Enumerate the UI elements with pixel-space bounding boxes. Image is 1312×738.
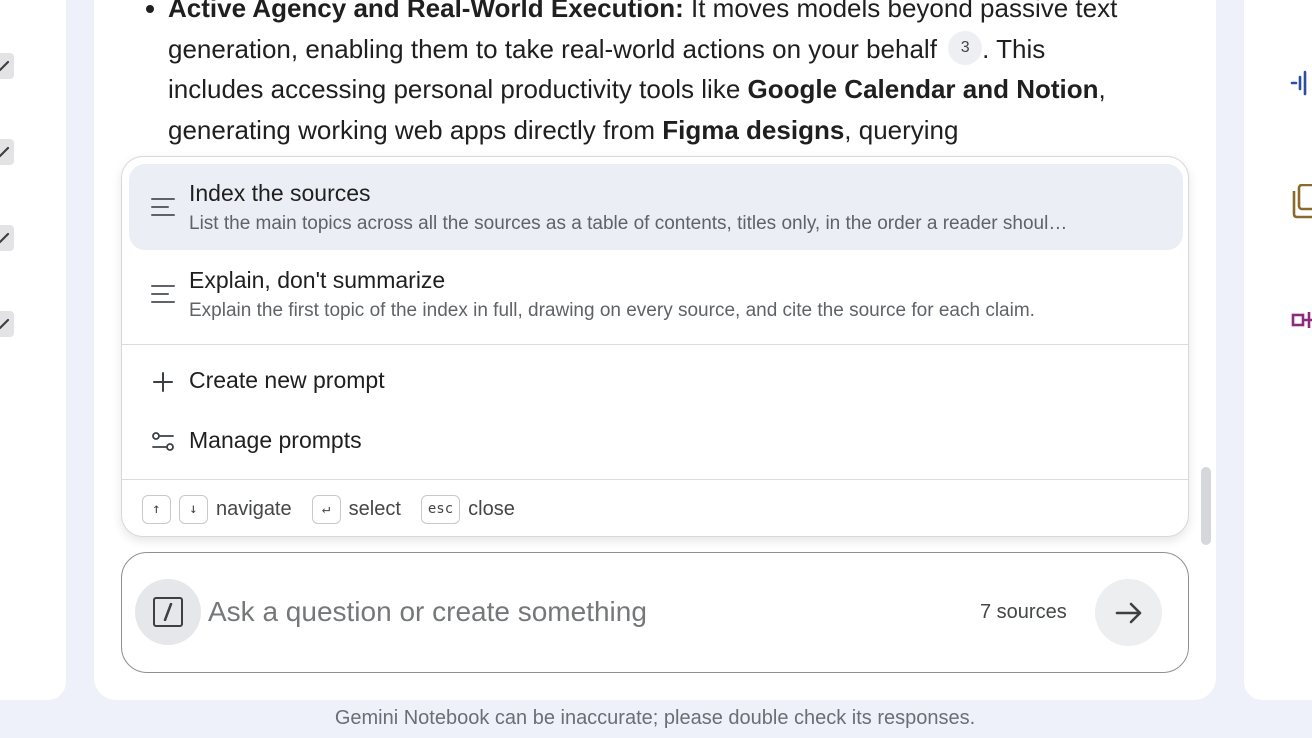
plus-icon [153, 372, 173, 392]
copy-icon[interactable] [1290, 183, 1312, 219]
studio-panel [1244, 0, 1312, 700]
close-hint: close [468, 497, 515, 520]
prompt-title: Explain, don't summarize [189, 267, 446, 293]
left-panel [0, 0, 66, 700]
prompt-description: Explain the first topic of the index in … [189, 300, 1035, 321]
prompt-title: Index the sources [189, 180, 371, 206]
response-span: , querying [844, 114, 959, 145]
citation-chip[interactable]: 3 [948, 30, 983, 65]
up-key: ↑ [142, 494, 171, 524]
keyboard-hints: ↑ ↓ navigate ↵ select esc close [142, 494, 527, 524]
enter-key: ↵ [311, 494, 341, 524]
disclaimer: Gemini Notebook can be inaccurate; pleas… [334, 707, 976, 729]
sources-count: 7 sources [980, 601, 1067, 623]
slash-command-icon [153, 597, 183, 627]
response-bullet: Active Agency and Real-World Execution: … [146, 0, 1128, 150]
scrollbar-thumb[interactable] [1201, 467, 1211, 545]
prompt-item-index-sources[interactable]: Index the sources List the main topics a… [129, 164, 1183, 250]
pencil-icon[interactable] [0, 139, 14, 165]
down-key: ↓ [179, 494, 208, 524]
mind-map-icon[interactable] [1290, 308, 1312, 338]
pencil-icon[interactable] [0, 225, 14, 251]
pencil-icon[interactable] [0, 311, 14, 337]
audio-waveform-icon[interactable] [1290, 68, 1312, 98]
text-lines-icon [151, 198, 175, 216]
manage-prompts-button[interactable]: Manage prompts [129, 415, 1183, 467]
menu-divider [122, 344, 1188, 345]
create-prompt-label: Create new prompt [189, 367, 385, 393]
chat-input[interactable] [208, 591, 968, 633]
sliders-icon [152, 432, 174, 451]
slash-command-button[interactable] [135, 579, 201, 645]
text-lines-icon [151, 285, 175, 303]
send-button[interactable] [1095, 579, 1162, 646]
menu-divider [122, 479, 1188, 480]
prompt-description: List the main topics across all the sour… [189, 213, 1068, 234]
response-bold: Figma designs [662, 114, 845, 145]
bullet-dot [146, 5, 154, 13]
bullet-lead: Active Agency and Real-World Execution: [168, 0, 684, 23]
prompt-item-explain[interactable]: Explain, don't summarize Explain the fir… [129, 251, 1183, 337]
arrow-right-icon [1115, 602, 1141, 623]
pencil-icon[interactable] [0, 53, 14, 79]
navigate-hint: navigate [216, 497, 292, 520]
composer: 7 sources [121, 552, 1189, 673]
response-bold: Google Calendar and Notion [747, 74, 1099, 104]
response-text: Active Agency and Real-World Execution: … [146, 0, 1128, 150]
manage-prompts-label: Manage prompts [189, 427, 362, 453]
esc-key: esc [420, 494, 461, 524]
prompt-menu: Index the sources List the main topics a… [121, 156, 1189, 537]
select-hint: select [348, 497, 401, 520]
create-prompt-button[interactable]: Create new prompt [129, 355, 1183, 407]
